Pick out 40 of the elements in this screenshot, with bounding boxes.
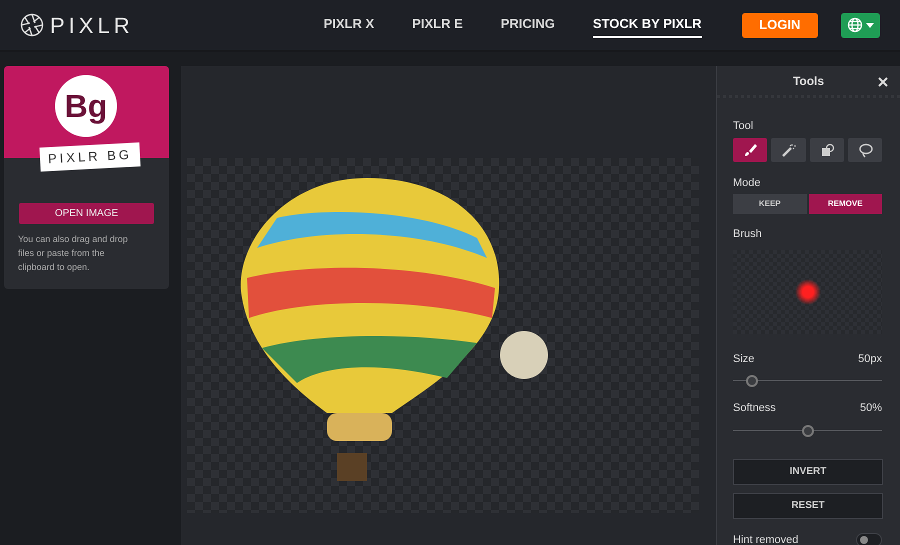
nav-link[interactable]: PIXLR X xyxy=(324,12,374,38)
app-title: PIXLR BG xyxy=(39,142,141,172)
nav-link[interactable]: PRICING xyxy=(500,12,555,38)
open-image-button[interactable]: OPEN IMAGE xyxy=(19,203,154,224)
slider-value: 50px xyxy=(858,352,882,366)
mode-button[interactable]: KEEP xyxy=(733,194,806,214)
close-icon[interactable] xyxy=(878,77,888,87)
slider-track[interactable] xyxy=(733,424,882,436)
slider-thumb[interactable] xyxy=(746,375,758,387)
hint-toggle-label: Hint removed xyxy=(733,532,798,545)
reset-button[interactable]: RESET xyxy=(733,492,883,518)
slider-label: Softness xyxy=(733,401,776,416)
shapes-tool-button[interactable] xyxy=(810,138,844,162)
slider-label: Size xyxy=(733,352,754,366)
invert-button[interactable]: INVERT xyxy=(733,458,883,484)
tool-label: Tool xyxy=(733,119,754,134)
nav-link[interactable]: STOCK BY PIXLR xyxy=(592,12,702,38)
nav-link[interactable]: PIXLR E xyxy=(412,12,463,38)
lasso-icon xyxy=(856,142,873,158)
language-button[interactable] xyxy=(841,12,880,38)
brush-dot xyxy=(794,278,820,304)
slider-track[interactable] xyxy=(733,375,882,387)
lasso-tool-button[interactable] xyxy=(848,138,882,162)
magic-wand-tool-button[interactable] xyxy=(771,138,806,162)
slider-thumb[interactable] xyxy=(802,424,814,436)
magic-wand-icon xyxy=(780,142,796,158)
brush-label: Brush xyxy=(733,227,763,242)
brush-icon xyxy=(742,142,758,158)
brand-name: PIXLR xyxy=(50,12,134,40)
caret-icon xyxy=(866,22,874,28)
panel-title: Tools xyxy=(792,72,824,90)
brush-tool-button[interactable] xyxy=(733,138,768,162)
mode-button[interactable]: REMOVE xyxy=(808,194,882,214)
mode-label: Mode xyxy=(733,176,762,190)
aperture-logo-icon xyxy=(20,13,44,37)
app-logo: Bg xyxy=(55,75,117,137)
slider-value: 50% xyxy=(860,401,882,416)
hint-toggle[interactable] xyxy=(856,532,882,545)
globe-icon xyxy=(847,17,863,33)
upload-hint: You can also drag and drop files or paste from the clipboard to open. xyxy=(18,233,129,274)
